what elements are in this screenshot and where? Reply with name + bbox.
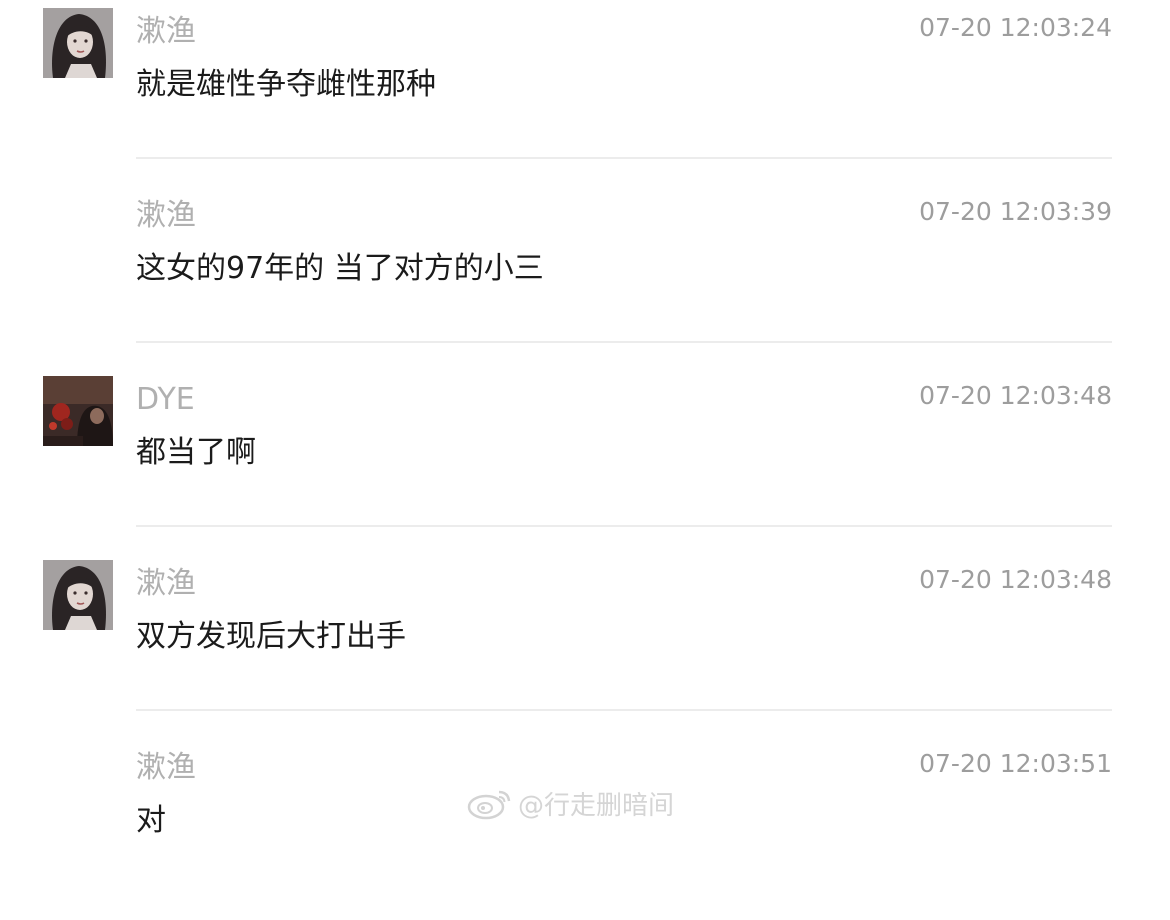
sender-name[interactable]: DYE — [136, 380, 195, 420]
sender-name[interactable]: 漱渔 — [136, 748, 196, 788]
sender-name[interactable]: 漱渔 — [136, 12, 196, 52]
message-text: 都当了啊 — [136, 435, 256, 470]
message-timestamp: 07-20 12:03:48 — [919, 381, 1112, 410]
divider — [136, 341, 1112, 343]
message-timestamp: 07-20 12:03:51 — [919, 749, 1112, 778]
sender-name[interactable]: 漱渔 — [136, 196, 196, 236]
message-text: 对 — [136, 803, 166, 838]
chat-message: 漱渔 07-20 12:03:39 这女的97年的 当了对方的小三 — [0, 184, 1170, 368]
avatar-photo-image — [43, 376, 113, 446]
chat-message: 漱渔 07-20 12:03:24 就是雄性争夺雌性那种 — [0, 0, 1170, 184]
message-timestamp: 07-20 12:03:24 — [919, 13, 1112, 42]
avatar-woman-image — [43, 560, 113, 630]
avatar[interactable] — [43, 8, 113, 78]
chat-message: DYE 07-20 12:03:48 都当了啊 — [0, 368, 1170, 552]
divider — [136, 525, 1112, 527]
message-text: 这女的97年的 当了对方的小三 — [136, 251, 544, 286]
avatar[interactable] — [43, 376, 113, 446]
message-timestamp: 07-20 12:03:48 — [919, 565, 1112, 594]
watermark-text: @行走删暗间 — [518, 790, 675, 821]
avatar-woman-image — [43, 8, 113, 78]
message-timestamp: 07-20 12:03:39 — [919, 197, 1112, 226]
chat-message: 漱渔 07-20 12:03:48 双方发现后大打出手 — [0, 552, 1170, 736]
sender-name[interactable]: 漱渔 — [136, 564, 196, 604]
weibo-logo-icon — [467, 790, 511, 820]
watermark: @行走删暗间 — [466, 784, 674, 822]
divider — [136, 709, 1112, 711]
chat-message: 漱渔 07-20 12:03:51 对 — [0, 736, 1170, 920]
message-text: 就是雄性争夺雌性那种 — [136, 67, 436, 102]
divider — [136, 157, 1112, 159]
avatar[interactable] — [43, 560, 113, 630]
message-text: 双方发现后大打出手 — [136, 619, 406, 654]
